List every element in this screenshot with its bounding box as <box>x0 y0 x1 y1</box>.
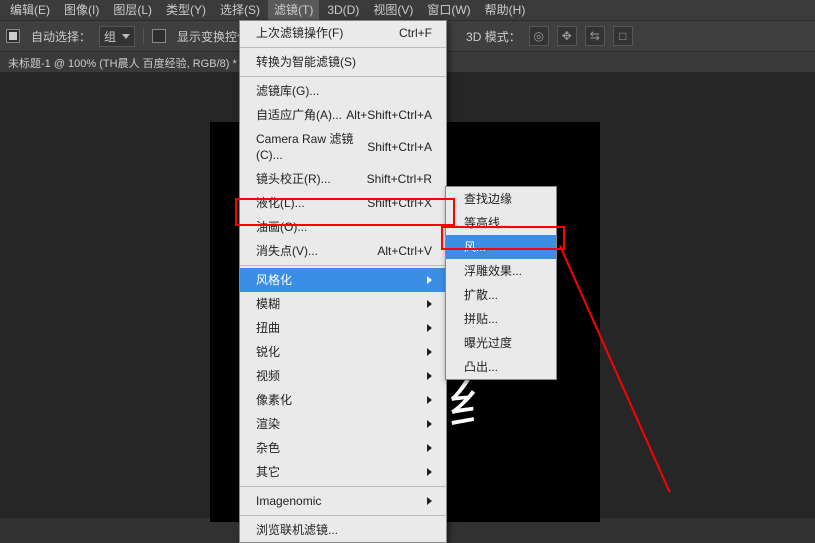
auto-select-target-value: 组 <box>104 28 116 45</box>
menu-view[interactable]: 视图(V) <box>367 0 419 20</box>
menu-item-label: 上次滤镜操作(F) <box>256 25 343 41</box>
submenu-diffuse[interactable]: 扩散... <box>446 283 556 307</box>
shortcut-label: Shift+Ctrl+R <box>367 171 432 187</box>
document-title: 未标题-1 @ 100% (TH晨人 百度经验, RGB/8) * <box>8 55 237 71</box>
submenu-arrow-icon <box>427 348 432 356</box>
menu-item-label: 锐化 <box>256 344 280 360</box>
scale-3d-icon[interactable]: □ <box>613 26 633 46</box>
menu-camera-raw[interactable]: Camera Raw 滤镜(C)... Shift+Ctrl+A <box>240 127 446 167</box>
menu-liquify[interactable]: 液化(L)... Shift+Ctrl+X <box>240 191 446 215</box>
menu-other[interactable]: 其它 <box>240 460 446 484</box>
menu-distort[interactable]: 扭曲 <box>240 316 446 340</box>
submenu-arrow-icon <box>427 444 432 452</box>
menu-item-label: 视频 <box>256 368 280 384</box>
menu-layer[interactable]: 图层(L) <box>107 0 158 20</box>
menu-divider <box>240 47 446 48</box>
menu-convert-smart[interactable]: 转换为智能滤镜(S) <box>240 50 446 74</box>
submenu-arrow-icon <box>427 300 432 308</box>
menu-adaptive-wide-angle[interactable]: 自适应广角(A)... Alt+Shift+Ctrl+A <box>240 103 446 127</box>
menu-item-label: 镜头校正(R)... <box>256 171 331 187</box>
menu-item-label: 风格化 <box>256 272 292 288</box>
menu-item-label: 油画(O)... <box>256 219 307 235</box>
submenu-arrow-icon <box>427 372 432 380</box>
shortcut-label: Alt+Ctrl+V <box>377 243 432 259</box>
submenu-arrow-icon <box>427 324 432 332</box>
menu-help[interactable]: 帮助(H) <box>479 0 532 20</box>
submenu-solarize[interactable]: 曝光过度 <box>446 331 556 355</box>
menu-window[interactable]: 窗口(W) <box>421 0 476 20</box>
shortcut-label: Shift+Ctrl+X <box>367 195 432 211</box>
menu-item-label: Camera Raw 滤镜(C)... <box>256 131 367 163</box>
menu-item-label: 模糊 <box>256 296 280 312</box>
menu-item-label: 消失点(V)... <box>256 243 318 259</box>
menu-oil-paint[interactable]: 油画(O)... <box>240 215 446 239</box>
submenu-arrow-icon <box>427 468 432 476</box>
submenu-arrow-icon <box>427 276 432 284</box>
chevron-down-icon <box>122 34 130 39</box>
orbit-3d-icon[interactable]: ◎ <box>529 26 549 46</box>
slide-3d-icon[interactable]: ⇆ <box>585 26 605 46</box>
menu-noise[interactable]: 杂色 <box>240 436 446 460</box>
menu-item-label: 渲染 <box>256 416 280 432</box>
mode3d-label: 3D 模式： <box>466 28 521 45</box>
auto-select-target-select[interactable]: 组 <box>99 26 135 47</box>
menu-sharpen[interactable]: 锐化 <box>240 340 446 364</box>
show-transform-checkbox[interactable] <box>152 29 166 43</box>
menu-item-label: 滤镜库(G)... <box>256 83 319 99</box>
menu-item-label: 扭曲 <box>256 320 280 336</box>
submenu-contour[interactable]: 等高线... <box>446 211 556 235</box>
menu-blur[interactable]: 模糊 <box>240 292 446 316</box>
menu-video[interactable]: 视频 <box>240 364 446 388</box>
menu-pixelate[interactable]: 像素化 <box>240 388 446 412</box>
menu-3d[interactable]: 3D(D) <box>321 0 365 20</box>
menu-imagenomic[interactable]: Imagenomic <box>240 489 446 513</box>
menu-render[interactable]: 渲染 <box>240 412 446 436</box>
submenu-arrow-icon <box>427 497 432 505</box>
shortcut-label: Alt+Shift+Ctrl+A <box>346 107 432 123</box>
menu-divider <box>240 76 446 77</box>
menu-lens-correction[interactable]: 镜头校正(R)... Shift+Ctrl+R <box>240 167 446 191</box>
submenu-arrow-icon <box>427 420 432 428</box>
menu-divider <box>240 486 446 487</box>
menu-divider <box>240 515 446 516</box>
separator <box>143 27 144 45</box>
stylize-submenu: 查找边缘 等高线... 风... 浮雕效果... 扩散... 拼贴... 曝光过… <box>445 186 557 380</box>
submenu-arrow-icon <box>427 396 432 404</box>
main-menubar: 编辑(E) 图像(I) 图层(L) 类型(Y) 选择(S) 滤镜(T) 3D(D… <box>0 0 815 20</box>
shortcut-label: Shift+Ctrl+A <box>367 139 432 155</box>
menu-filter-gallery[interactable]: 滤镜库(G)... <box>240 79 446 103</box>
menu-select[interactable]: 选择(S) <box>214 0 266 20</box>
menu-item-label: 自适应广角(A)... <box>256 107 342 123</box>
menu-divider <box>240 265 446 266</box>
menu-image[interactable]: 图像(I) <box>58 0 105 20</box>
menu-item-label: 浏览联机滤镜... <box>256 522 338 538</box>
menu-item-label: 转换为智能滤镜(S) <box>256 54 356 70</box>
submenu-find-edges[interactable]: 查找边缘 <box>446 187 556 211</box>
menu-item-label: Imagenomic <box>256 493 321 509</box>
menu-edit[interactable]: 编辑(E) <box>4 0 56 20</box>
submenu-tiles[interactable]: 拼贴... <box>446 307 556 331</box>
menu-type[interactable]: 类型(Y) <box>160 0 212 20</box>
auto-select-label: 自动选择： <box>31 28 91 45</box>
submenu-extrude[interactable]: 凸出... <box>446 355 556 379</box>
menu-last-filter[interactable]: 上次滤镜操作(F) Ctrl+F <box>240 21 446 45</box>
menu-item-label: 液化(L)... <box>256 195 305 211</box>
auto-select-checkbox[interactable] <box>6 29 20 43</box>
menu-browse-online[interactable]: 浏览联机滤镜... <box>240 518 446 542</box>
menu-item-label: 其它 <box>256 464 280 480</box>
menu-stylize[interactable]: 风格化 <box>240 268 446 292</box>
menu-item-label: 像素化 <box>256 392 292 408</box>
shortcut-label: Ctrl+F <box>399 25 432 41</box>
menu-vanishing-point[interactable]: 消失点(V)... Alt+Ctrl+V <box>240 239 446 263</box>
menu-item-label: 杂色 <box>256 440 280 456</box>
submenu-emboss[interactable]: 浮雕效果... <box>446 259 556 283</box>
pan-3d-icon[interactable]: ✥ <box>557 26 577 46</box>
submenu-wind[interactable]: 风... <box>446 235 556 259</box>
menu-filter[interactable]: 滤镜(T) <box>268 0 319 20</box>
filter-menu: 上次滤镜操作(F) Ctrl+F 转换为智能滤镜(S) 滤镜库(G)... 自适… <box>239 20 447 543</box>
